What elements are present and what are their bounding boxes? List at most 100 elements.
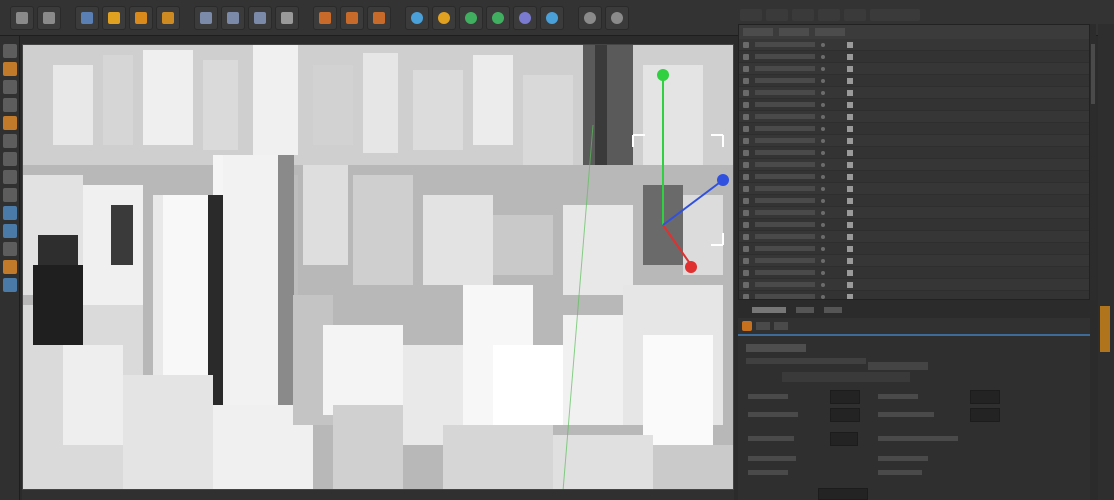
visibility-icon[interactable]	[847, 101, 853, 108]
tab-structure[interactable]	[824, 307, 842, 313]
list-item[interactable]	[739, 51, 1089, 63]
tweak-mode-icon[interactable]	[2, 188, 17, 202]
edges-mode-icon[interactable]	[2, 134, 17, 148]
list-item[interactable]	[739, 183, 1089, 195]
render-view-button[interactable]	[313, 5, 337, 30]
tab-edit[interactable]	[766, 9, 788, 21]
visibility-icon[interactable]	[847, 185, 853, 192]
render-dot-icon[interactable]	[821, 198, 825, 203]
axis-mode-icon[interactable]	[2, 170, 17, 184]
render-dot-icon[interactable]	[821, 162, 825, 167]
y-axis-handle-icon[interactable]	[657, 69, 669, 81]
visibility-icon[interactable]	[847, 281, 853, 288]
render-dot-icon[interactable]	[821, 90, 825, 95]
mode-icon[interactable]	[742, 321, 752, 331]
visibility-icon[interactable]	[847, 257, 853, 264]
z-axis-handle-icon[interactable]	[717, 174, 729, 186]
rotate-button[interactable]	[156, 5, 180, 30]
render-dot-icon[interactable]	[821, 138, 825, 143]
value-field[interactable]	[830, 390, 860, 404]
list-item[interactable]	[739, 147, 1089, 159]
light-button[interactable]	[605, 5, 629, 30]
z-axis-button[interactable]	[248, 5, 272, 30]
scale-button[interactable]	[129, 5, 153, 30]
list-item[interactable]	[739, 267, 1089, 279]
live-selection-button[interactable]	[75, 5, 99, 30]
y-axis-button[interactable]	[221, 5, 245, 30]
3d-viewport[interactable]	[22, 44, 734, 490]
value-field[interactable]	[830, 432, 858, 446]
list-item[interactable]	[739, 111, 1089, 123]
value-field[interactable]	[830, 408, 860, 422]
attribute-section-tabs[interactable]	[746, 358, 866, 364]
points-mode-icon[interactable]	[2, 116, 17, 130]
visibility-icon[interactable]	[847, 197, 853, 204]
render-dot-icon[interactable]	[821, 222, 825, 227]
render-dot-icon[interactable]	[821, 270, 825, 275]
render-dot-icon[interactable]	[821, 294, 825, 299]
render-dot-icon[interactable]	[821, 114, 825, 119]
render-dot-icon[interactable]	[821, 78, 825, 83]
visibility-icon[interactable]	[847, 293, 853, 299]
list-item[interactable]	[739, 219, 1089, 231]
workplane-icon[interactable]	[2, 98, 17, 112]
tab-objects[interactable]	[818, 9, 840, 21]
snap-settings-icon[interactable]	[2, 224, 17, 238]
render-dot-icon[interactable]	[821, 66, 825, 71]
tab-bookmarks[interactable]	[870, 9, 920, 21]
lock-workplane-icon[interactable]	[2, 242, 17, 256]
value-field[interactable]	[970, 408, 1000, 422]
visibility-icon[interactable]	[847, 149, 853, 156]
visibility-icon[interactable]	[847, 41, 853, 48]
visibility-icon[interactable]	[847, 209, 853, 216]
move-button[interactable]	[102, 5, 126, 30]
spline-button[interactable]	[432, 5, 456, 30]
edit-menu[interactable]	[756, 322, 770, 330]
tab-attributes[interactable]	[752, 307, 786, 313]
visibility-icon[interactable]	[847, 137, 853, 144]
visibility-icon[interactable]	[847, 161, 853, 168]
visibility-icon[interactable]	[847, 269, 853, 276]
scene-button[interactable]	[540, 5, 564, 30]
value-field[interactable]	[818, 488, 868, 500]
render-dot-icon[interactable]	[821, 150, 825, 155]
attributes-dock-tab[interactable]	[1100, 306, 1110, 352]
render-dot-icon[interactable]	[821, 42, 825, 47]
list-item[interactable]	[739, 291, 1089, 299]
list-item[interactable]	[739, 171, 1089, 183]
snap-icon[interactable]	[2, 206, 17, 220]
list-item[interactable]	[739, 39, 1089, 51]
list-item[interactable]	[739, 279, 1089, 291]
list-item[interactable]	[739, 123, 1089, 135]
camera-button[interactable]	[578, 5, 602, 30]
x-axis-button[interactable]	[194, 5, 218, 30]
render-dot-icon[interactable]	[821, 54, 825, 59]
visibility-icon[interactable]	[847, 89, 853, 96]
list-item[interactable]	[739, 75, 1089, 87]
redo-button[interactable]	[37, 5, 61, 30]
list-item[interactable]	[739, 99, 1089, 111]
render-picture-viewer-button[interactable]	[340, 5, 364, 30]
visibility-icon[interactable]	[847, 113, 853, 120]
visibility-icon[interactable]	[847, 233, 853, 240]
list-item[interactable]	[739, 87, 1089, 99]
render-dot-icon[interactable]	[821, 234, 825, 239]
visibility-icon[interactable]	[847, 125, 853, 132]
visibility-icon[interactable]	[847, 65, 853, 72]
render-dot-icon[interactable]	[821, 102, 825, 107]
user-data-menu[interactable]	[774, 322, 788, 330]
polygons-mode-icon[interactable]	[2, 152, 17, 166]
cube-button[interactable]	[405, 5, 429, 30]
tab-file[interactable]	[740, 9, 762, 21]
render-dot-icon[interactable]	[821, 186, 825, 191]
tab-layers[interactable]	[796, 307, 814, 313]
render-dot-icon[interactable]	[821, 210, 825, 215]
array-button[interactable]	[486, 5, 510, 30]
x-axis-handle-icon[interactable]	[685, 261, 697, 273]
render-dot-icon[interactable]	[821, 246, 825, 251]
list-item[interactable]	[739, 63, 1089, 75]
visibility-icon[interactable]	[847, 221, 853, 228]
list-item[interactable]	[739, 231, 1089, 243]
texture-mode-icon[interactable]	[2, 80, 17, 94]
visibility-icon[interactable]	[847, 53, 853, 60]
